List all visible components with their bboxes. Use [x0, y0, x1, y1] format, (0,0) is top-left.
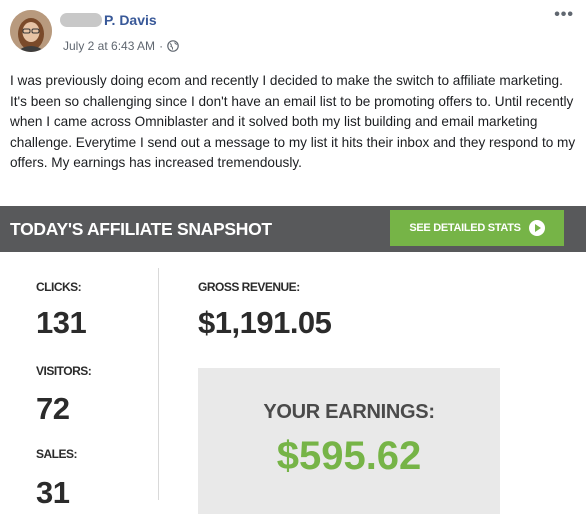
- redacted-name: [60, 13, 102, 27]
- author-name-text[interactable]: P. Davis: [104, 12, 157, 28]
- avatar[interactable]: [10, 10, 52, 52]
- meta-separator: ·: [159, 39, 164, 53]
- visitors-value: 72: [36, 391, 70, 426]
- panel-divider: [158, 268, 159, 500]
- visitors-label: VISITORS:: [36, 364, 92, 378]
- earnings-label: YOUR EARNINGS:: [263, 401, 435, 423]
- author-name[interactable]: P. Davis: [60, 11, 157, 29]
- post-body: I was previously doing ecom and recently…: [10, 73, 576, 170]
- post-meta: July 2 at 6:43 AM ·: [63, 39, 179, 53]
- clicks-value: 131: [36, 305, 87, 340]
- more-options-button[interactable]: •••: [554, 6, 574, 24]
- earnings-box: YOUR EARNINGS: $595.62: [198, 368, 500, 514]
- earnings-value: $595.62: [276, 434, 422, 478]
- globe-icon[interactable]: [167, 40, 179, 52]
- see-detailed-stats-button[interactable]: SEE DETAILED STATS: [390, 210, 564, 246]
- gross-revenue-value: $1,191.05: [198, 305, 332, 340]
- gross-revenue-label: GROSS REVENUE:: [198, 280, 300, 294]
- snapshot-title: TODAY'S AFFILIATE SNAPSHOT: [10, 219, 272, 239]
- clicks-label: CLICKS:: [36, 280, 82, 294]
- see-detailed-stats-label: SEE DETAILED STATS: [409, 222, 521, 234]
- sales-value: 31: [36, 475, 70, 510]
- post-timestamp[interactable]: July 2 at 6:43 AM: [63, 39, 155, 53]
- post-header: P. Davis July 2 at 6:43 AM · •••: [0, 0, 586, 64]
- play-icon: [528, 220, 545, 236]
- sales-label: SALES:: [36, 447, 78, 461]
